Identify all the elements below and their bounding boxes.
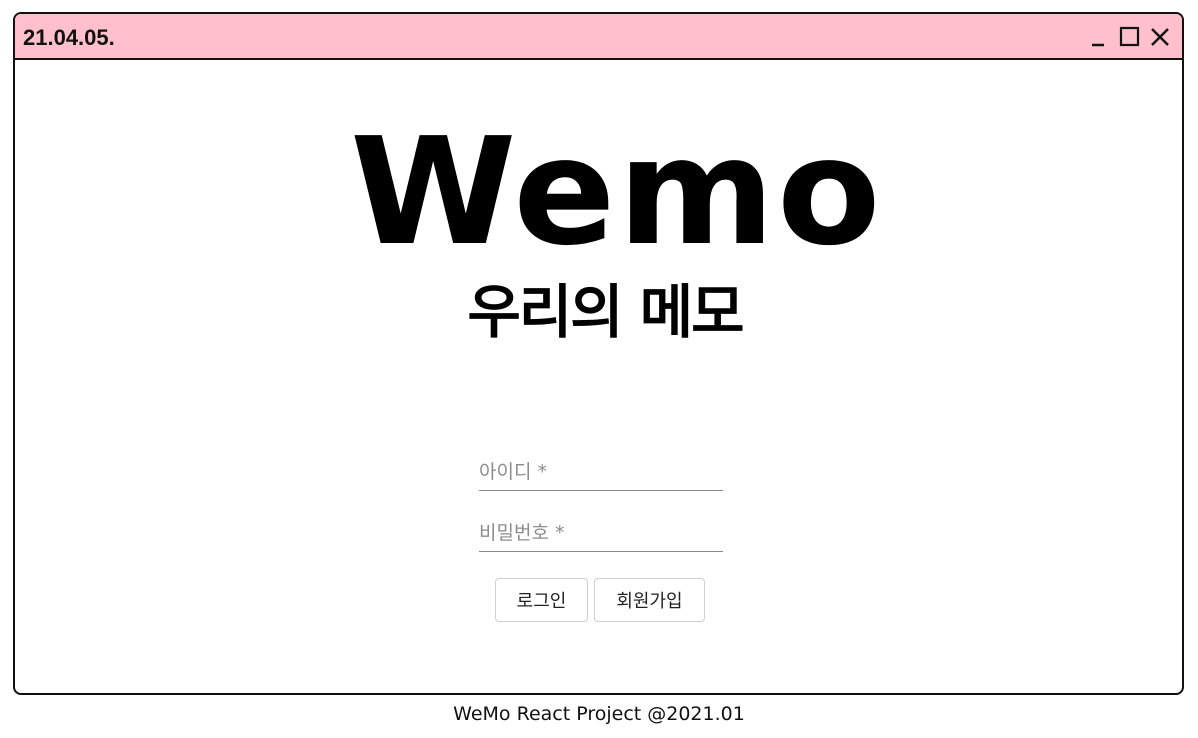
app-logo: Wemo 우리의 메모: [350, 114, 881, 374]
password-input[interactable]: [479, 519, 719, 547]
id-field-wrapper: [479, 454, 723, 491]
window-title: 21.04.05.: [23, 25, 115, 50]
minimize-icon[interactable]: [1088, 25, 1112, 49]
title-bar[interactable]: 21.04.05.: [15, 14, 1182, 60]
login-button[interactable]: 로그인: [495, 578, 588, 622]
password-field-wrapper: [479, 515, 723, 552]
maximize-icon[interactable]: [1118, 25, 1142, 49]
app-window: 21.04.05. Wemo 우리의 메모 아이디 * 로그인 회원가입: [13, 12, 1184, 695]
logo-subtitle: 우리의 메모: [467, 278, 745, 346]
form-buttons: 로그인 회원가입: [495, 578, 711, 622]
logo-title: Wemo: [350, 106, 883, 278]
signup-button[interactable]: 회원가입: [594, 578, 705, 622]
window-controls: [1082, 25, 1172, 49]
login-form: 로그인 회원가입: [479, 454, 723, 622]
close-icon[interactable]: [1148, 25, 1172, 49]
footer-text: WeMo React Project @2021.01: [453, 703, 745, 725]
id-input[interactable]: [479, 458, 719, 486]
